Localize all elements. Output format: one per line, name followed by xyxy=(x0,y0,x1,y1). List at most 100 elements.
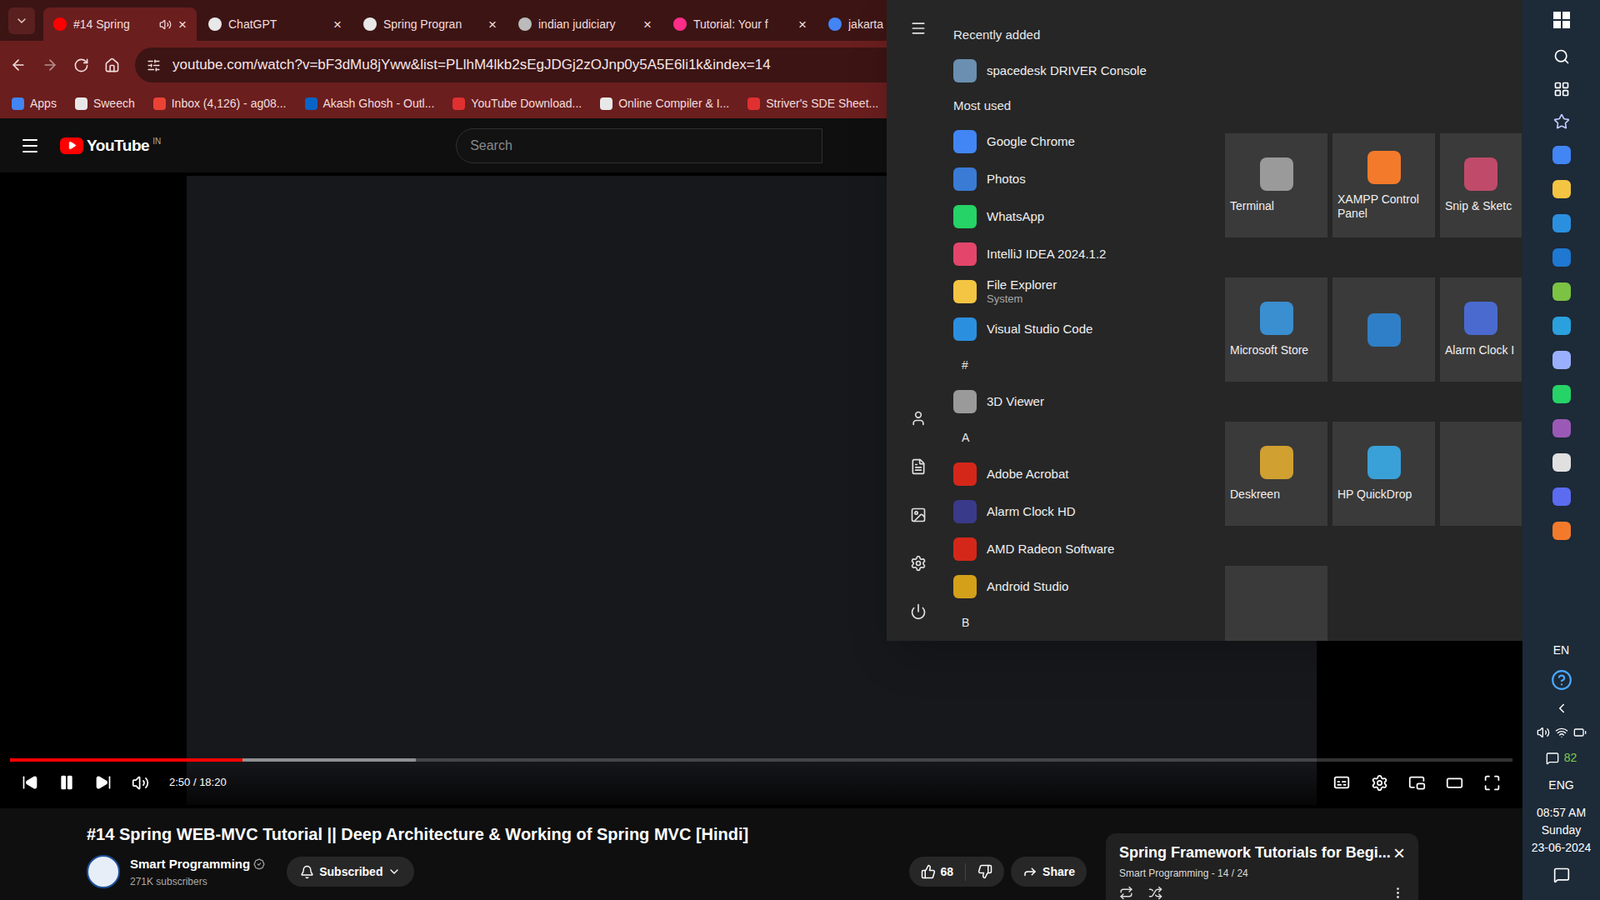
browser-tab[interactable]: #14 Spring× xyxy=(43,7,197,41)
volume-icon[interactable] xyxy=(1536,725,1550,740)
browser-tab[interactable]: Spring Progran× xyxy=(353,7,507,41)
taskbar-app-icon[interactable] xyxy=(1552,487,1571,506)
bookmark[interactable]: Inbox (4,126) - ag08... xyxy=(153,95,287,113)
theater-icon[interactable] xyxy=(1445,774,1464,792)
taskbar-app-icon[interactable] xyxy=(1552,214,1571,233)
progress-track[interactable] xyxy=(10,758,1513,762)
taskbar-app-icon[interactable] xyxy=(1552,453,1571,472)
bookmark[interactable]: Striver's SDE Sheet... xyxy=(747,95,879,113)
next-icon[interactable] xyxy=(95,774,112,791)
start-tile[interactable] xyxy=(1440,421,1522,526)
youtube-logo[interactable]: YouTubeIN xyxy=(60,137,161,155)
start-tile[interactable]: HP QuickDrop xyxy=(1332,421,1435,526)
tab-close-button[interactable]: × xyxy=(798,17,807,32)
taskbar-app-icon[interactable] xyxy=(1552,248,1571,267)
previous-icon[interactable] xyxy=(21,774,39,791)
search-box[interactable]: Search xyxy=(455,128,823,164)
documents-icon[interactable] xyxy=(910,458,927,475)
app-list-item[interactable]: IntelliJ IDEA 2024.1.2 xyxy=(950,235,1225,274)
task-view-icon[interactable] xyxy=(1553,80,1570,98)
clock[interactable]: 08:57 AMSunday23-06-2024 xyxy=(1531,804,1592,857)
fullscreen-icon[interactable] xyxy=(1483,774,1501,792)
shuffle-icon[interactable] xyxy=(1148,885,1163,900)
bookmark[interactable]: YouTube Download... xyxy=(452,95,582,113)
start-tile[interactable] xyxy=(1332,277,1435,382)
input-indicator[interactable]: ENG xyxy=(1548,776,1574,795)
tab-close-button[interactable]: × xyxy=(333,17,342,32)
taskbar-app-icon[interactable] xyxy=(1552,145,1571,165)
taskbar-app-icon[interactable] xyxy=(1552,521,1571,540)
forward-icon[interactable] xyxy=(41,56,59,74)
url-text[interactable]: youtube.com/watch?v=bF3dMu8jYww&list=PLl… xyxy=(172,54,771,76)
bookmark[interactable]: Sweech xyxy=(75,95,135,113)
back-icon[interactable] xyxy=(10,56,27,74)
home-icon[interactable] xyxy=(104,57,120,74)
bookmark[interactable]: Apps xyxy=(11,95,57,113)
taskbar-app-icon[interactable] xyxy=(1552,282,1571,301)
windows-logo-icon[interactable] xyxy=(1553,11,1570,29)
reload-icon[interactable] xyxy=(73,57,90,74)
settings-icon[interactable] xyxy=(910,555,927,572)
app-list-item[interactable]: Android Studio xyxy=(950,568,1225,606)
wifi-icon[interactable] xyxy=(1555,725,1569,740)
more-icon[interactable] xyxy=(1390,885,1405,900)
app-list-item[interactable]: spacedesk DRIVER Console xyxy=(950,51,1225,90)
miniplayer-icon[interactable] xyxy=(1408,774,1426,792)
like-button[interactable]: 68 xyxy=(909,863,967,881)
notifications-icon[interactable] xyxy=(1553,866,1570,884)
pause-icon[interactable] xyxy=(58,774,75,791)
app-list-item[interactable]: WhatsApp xyxy=(950,198,1225,236)
power-icon[interactable] xyxy=(910,603,927,620)
app-list-item[interactable]: Google Chrome xyxy=(950,123,1225,161)
start-tile[interactable]: Alarm Clock I xyxy=(1440,277,1522,382)
help-icon[interactable] xyxy=(1550,669,1573,691)
pictures-icon[interactable] xyxy=(910,506,927,524)
app-list-item[interactable]: Photos xyxy=(950,160,1225,199)
user-icon[interactable] xyxy=(910,410,927,427)
channel-name[interactable]: Smart Programming xyxy=(130,855,250,875)
bookmark[interactable]: Akash Ghosh - Outl... xyxy=(305,95,435,113)
browser-tab[interactable]: ChatGPT× xyxy=(198,7,352,41)
letter-header[interactable]: B xyxy=(950,605,1225,641)
app-list-item[interactable]: Adobe Acrobat xyxy=(950,455,1225,494)
loop-icon[interactable] xyxy=(1119,885,1134,900)
taskbar-app-icon[interactable] xyxy=(1552,385,1571,404)
captions-icon[interactable] xyxy=(1332,773,1351,792)
menu-icon[interactable] xyxy=(20,135,40,156)
channel-avatar-icon[interactable] xyxy=(86,855,120,889)
app-list-item[interactable]: AMD Radeon Software xyxy=(950,530,1225,569)
widget-icon[interactable] xyxy=(1553,113,1570,130)
start-tile[interactable]: Terminal xyxy=(1225,133,1328,238)
app-list-item[interactable]: File ExplorerSystem xyxy=(950,273,1225,311)
settings-icon[interactable] xyxy=(1370,774,1389,792)
tab-close-button[interactable]: × xyxy=(488,17,497,32)
start-tile[interactable]: Deskreen xyxy=(1225,421,1328,526)
letter-header[interactable]: A xyxy=(950,420,1225,456)
playlist-title[interactable]: Spring Framework Tutorials for Begi... xyxy=(1119,841,1391,865)
app-list-item[interactable]: Visual Studio Code xyxy=(950,310,1225,349)
language-indicator[interactable]: EN xyxy=(1553,641,1570,660)
volume-icon[interactable] xyxy=(131,774,150,792)
dislike-button[interactable] xyxy=(965,864,1005,880)
browser-tab[interactable]: indian judiciary× xyxy=(508,7,662,41)
subscribe-button[interactable]: Subscribed xyxy=(286,856,415,887)
start-tile[interactable]: Snip & Sketc xyxy=(1440,133,1522,238)
site-info-icon[interactable] xyxy=(146,58,161,73)
battery-icon[interactable] xyxy=(1573,725,1587,740)
browser-tab[interactable]: Tutorial: Your f× xyxy=(663,7,817,41)
tray-chevron-icon[interactable] xyxy=(1554,700,1570,716)
start-tile[interactable]: Microsoft Store xyxy=(1225,277,1328,382)
taskbar-app-icon[interactable] xyxy=(1552,180,1571,199)
search-icon[interactable] xyxy=(1553,48,1570,65)
taskbar-app-icon[interactable] xyxy=(1552,419,1571,438)
tab-search-button[interactable] xyxy=(8,7,35,35)
tab-close-button[interactable]: × xyxy=(178,17,187,32)
start-tile[interactable]: XAMPP Control Panel xyxy=(1332,133,1435,238)
app-list-item[interactable]: 3D Viewer xyxy=(950,383,1225,421)
start-tile[interactable] xyxy=(1225,565,1328,641)
app-list-item[interactable]: Alarm Clock HD xyxy=(950,493,1225,531)
letter-header[interactable]: # xyxy=(950,348,1225,384)
taskbar-app-icon[interactable] xyxy=(1552,316,1571,335)
bookmark[interactable]: Online Compiler & I... xyxy=(600,95,730,113)
taskbar-app-icon[interactable] xyxy=(1552,350,1571,370)
